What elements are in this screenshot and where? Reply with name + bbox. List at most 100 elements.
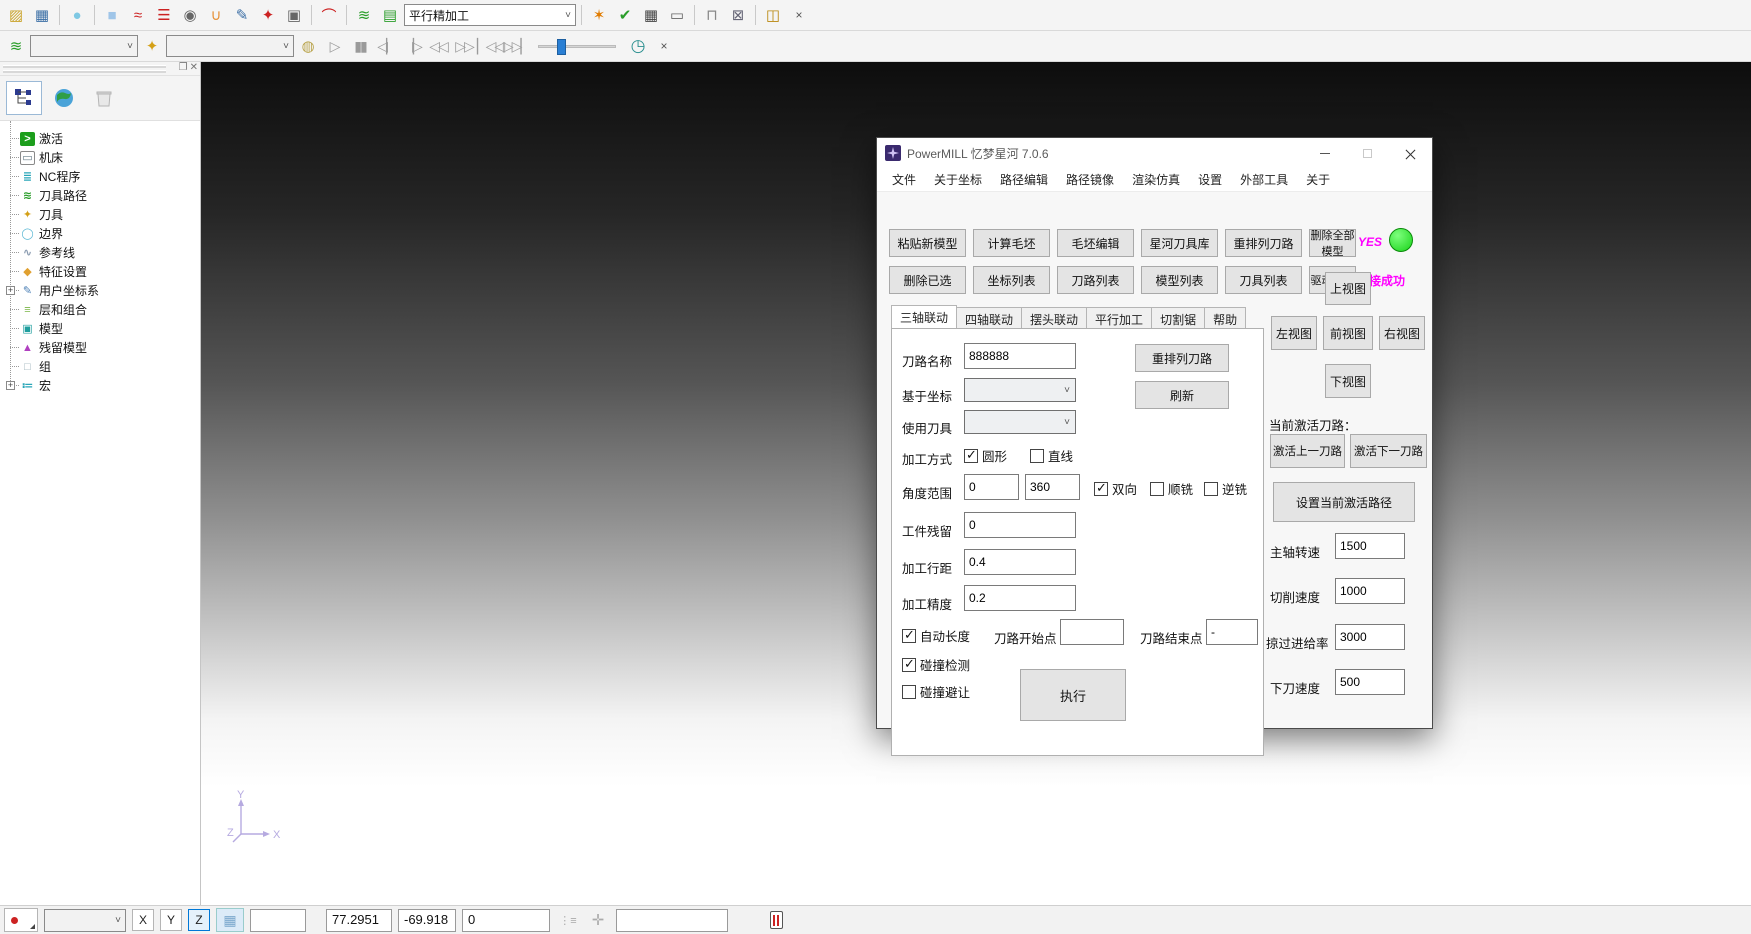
menu-coords[interactable]: 关于坐标 [925, 168, 991, 191]
tool-assembly-icon[interactable]: ⊓ [700, 3, 724, 27]
measure-field[interactable] [616, 909, 728, 932]
expand-icon[interactable]: + [6, 381, 15, 390]
toolpath-list-button[interactable]: 刀路列表 [1057, 266, 1134, 294]
toolpath-spiral-icon[interactable]: ≋ [4, 34, 28, 58]
stock-input[interactable] [964, 512, 1076, 538]
cutting-speed-input[interactable] [1335, 578, 1405, 604]
lightbulb-icon[interactable]: ◍ [296, 34, 320, 58]
toolpath-spiral-icon[interactable]: ≋ [352, 3, 376, 27]
ball-tool-icon[interactable]: ◉ [178, 3, 202, 27]
menu-settings[interactable]: 设置 [1189, 168, 1231, 191]
toolpath-name-input[interactable] [964, 343, 1076, 369]
tree-item-nc-program[interactable]: ≣ NC程序 [6, 167, 200, 186]
strategy-list-icon[interactable]: ▤ [378, 3, 402, 27]
step-forward-icon[interactable]: ▕▷ [400, 34, 424, 58]
execute-button[interactable]: 执行 [1020, 669, 1126, 721]
tool-swap-icon[interactable]: ⊠ [726, 3, 750, 27]
rewind-icon[interactable]: ◁◁ [426, 34, 450, 58]
tree-item-tools[interactable]: ✦ 刀具 [6, 205, 200, 224]
conventional-checkbox[interactable]: 逆铣 [1204, 479, 1247, 498]
leads-links-icon[interactable]: ∪ [204, 3, 228, 27]
trash-button[interactable] [86, 81, 122, 115]
coord-y-field[interactable]: -69.918 [398, 909, 456, 932]
tool-list-button[interactable]: 刀具列表 [1225, 266, 1302, 294]
close-toolbar-icon[interactable]: × [652, 34, 676, 58]
pause-monitor-icon[interactable] [770, 911, 783, 929]
go-to-start-icon[interactable]: ▏◁◁ [478, 34, 502, 58]
view-right-button[interactable]: 右视图 [1379, 316, 1425, 350]
refresh-button[interactable]: 刷新 [1135, 381, 1229, 409]
tool-verify-icon[interactable]: ✔ [613, 3, 637, 27]
tree-item-machine[interactable]: ▭ 机床 [6, 148, 200, 167]
collision-avoid-checkbox[interactable]: 碰撞避让 [902, 682, 970, 701]
tree-item-groups[interactable]: □ 组 [6, 357, 200, 376]
tree-item-toolpaths[interactable]: ≋ 刀具路径 [6, 186, 200, 205]
maximize-button[interactable] [1346, 138, 1389, 168]
delete-all-models-button[interactable]: 删除全部模型 [1309, 229, 1356, 257]
dialog-titlebar[interactable]: PowerMILL 忆梦星河 7.0.6 [877, 138, 1432, 168]
rearrange-toolpaths-button[interactable]: 重排列刀路 [1225, 229, 1302, 257]
globe-view-button[interactable] [46, 81, 82, 115]
tab-saw[interactable]: 切割锯 [1151, 307, 1205, 328]
tree-item-macros[interactable]: + ≔ 宏 [6, 376, 200, 395]
open-file-icon[interactable]: ▨ [4, 3, 28, 27]
fast-forward-icon[interactable]: ▷▷ [452, 34, 476, 58]
point-picker-button[interactable] [4, 908, 38, 932]
model-list-button[interactable]: 模型列表 [1141, 266, 1218, 294]
spindle-speed-input[interactable] [1335, 533, 1405, 559]
tree-item-patterns[interactable]: ∿ 参考线 [6, 243, 200, 262]
play-icon[interactable]: ▷ [322, 34, 346, 58]
strategy-combo[interactable]: 平行精加工 ˅ [404, 4, 576, 26]
tolerance-input[interactable] [964, 585, 1076, 611]
grid-size-field[interactable] [250, 909, 306, 932]
axis-z-button[interactable]: Z [188, 909, 210, 931]
toolpath-zigzag-icon[interactable]: ≈ [126, 3, 150, 27]
skim-feed-input[interactable] [1335, 624, 1405, 650]
menu-path-mirror[interactable]: 路径镜像 [1057, 168, 1123, 191]
delete-selected-button[interactable]: 删除已选 [889, 266, 966, 294]
tree-item-models[interactable]: ▣ 模型 [6, 319, 200, 338]
sim-toolpath-combo[interactable]: ˅ [30, 35, 138, 57]
tool-holder-icon[interactable]: ⌒ [317, 3, 341, 27]
minimize-button[interactable] [1303, 138, 1346, 168]
tab-3axis[interactable]: 三轴联动 [891, 305, 957, 328]
sim-tool-icon[interactable]: ✦ [140, 34, 164, 58]
xyz-list-icon[interactable]: ⋮≡ [556, 908, 580, 932]
viewport-canvas[interactable]: Y X Z PowerMILL 忆梦星河 7.0.6 文件 关于坐标 路径编辑 … [201, 62, 1751, 905]
calculator-icon[interactable]: ▦ [639, 3, 663, 27]
set-active-path-button[interactable]: 设置当前激活路径 [1273, 482, 1415, 522]
tab-help[interactable]: 帮助 [1204, 307, 1246, 328]
circle-checkbox[interactable]: 圆形 [964, 446, 1007, 465]
next-toolpath-button[interactable]: 激活下一刀路 [1350, 434, 1427, 468]
tree-item-feature-sets[interactable]: ◆ 特征设置 [6, 262, 200, 281]
prev-toolpath-button[interactable]: 激活上一刀路 [1270, 434, 1345, 468]
go-to-end-icon[interactable]: ▷▷▏ [504, 34, 528, 58]
auto-length-checkbox[interactable]: 自动长度 [902, 626, 970, 645]
shaded-view-icon[interactable]: ● [65, 3, 89, 27]
coord-list-button[interactable]: 坐标列表 [973, 266, 1050, 294]
ruler-icon[interactable]: ▭ [665, 3, 689, 27]
coord-x-field[interactable]: 77.2951 [326, 909, 392, 932]
close-panel-icon[interactable]: ✕ [190, 62, 198, 73]
block-icon[interactable]: ■ [100, 3, 124, 27]
expand-icon[interactable]: + [6, 286, 15, 295]
pause-icon[interactable]: ▮▮ [348, 34, 372, 58]
calc-block-button[interactable]: 计算毛坯 [973, 229, 1050, 257]
close-toolbar-icon[interactable]: × [787, 3, 811, 27]
axis-y-button[interactable]: Y [160, 909, 182, 931]
menu-render-sim[interactable]: 渲染仿真 [1123, 168, 1189, 191]
tree-item-activate[interactable]: > 激活 [6, 129, 200, 148]
view-left-button[interactable]: 左视图 [1271, 316, 1317, 350]
menu-file[interactable]: 文件 [883, 168, 925, 191]
view-front-button[interactable]: 前视图 [1323, 316, 1373, 350]
tree-item-levels-sets[interactable]: ≡ 层和组合 [6, 300, 200, 319]
sim-speed-slider-handle[interactable] [557, 39, 566, 55]
close-button[interactable] [1389, 138, 1432, 168]
save-file-icon[interactable]: ▦ [30, 3, 54, 27]
tool-library-button[interactable]: 星河刀具库 [1141, 229, 1218, 257]
collision-check-checkbox[interactable]: 碰撞检测 [902, 655, 970, 674]
probe-icon[interactable]: ✛ [586, 908, 610, 932]
tree-item-stock-models[interactable]: ▲ 残留模型 [6, 338, 200, 357]
step-back-icon[interactable]: ◁▏ [374, 34, 398, 58]
angle-to-input[interactable] [1025, 474, 1080, 500]
